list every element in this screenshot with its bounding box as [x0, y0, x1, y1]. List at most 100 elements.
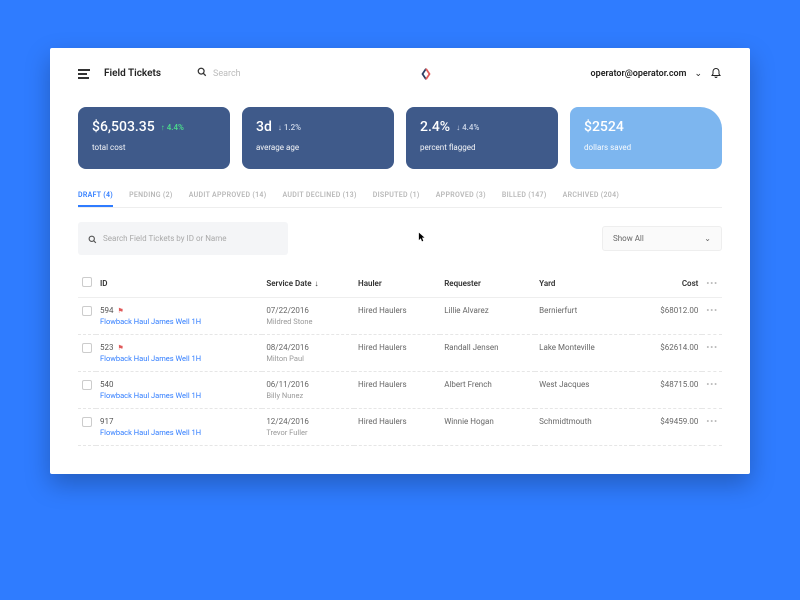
table-header-row: ID Service Date↓ Hauler Requester Yard C…	[78, 269, 722, 298]
status-tabs: DRAFT (4) PENDING (2) AUDIT APPROVED (14…	[78, 191, 722, 208]
table-toolbar: Show All ⌄	[78, 222, 722, 255]
table-row[interactable]: 540 Flowback Haul James Well 1H 06/11/2016…	[78, 372, 722, 409]
row-checkbox[interactable]	[82, 343, 92, 353]
table-row[interactable]: 594 ⚑ Flowback Haul James Well 1H 07/22/20…	[78, 298, 722, 335]
stat-value: $2524	[584, 119, 624, 135]
ticket-search-input[interactable]	[103, 234, 278, 243]
search-icon	[88, 229, 97, 248]
row-actions-icon[interactable]: •••	[706, 343, 718, 352]
service-date: 12/24/2016	[266, 417, 350, 426]
ticket-name-link[interactable]: Flowback Haul James Well 1H	[100, 317, 258, 326]
ticket-name-link[interactable]: Flowback Haul James Well 1H	[100, 391, 258, 400]
global-search-input[interactable]	[213, 69, 333, 79]
col-requester[interactable]: Requester	[440, 269, 535, 298]
cost: $62614.00	[632, 335, 702, 372]
stat-delta: ↓ 1.2%	[278, 123, 301, 132]
tickets-table: ID Service Date↓ Hauler Requester Yard C…	[78, 269, 722, 446]
cost: $49459.00	[632, 409, 702, 446]
col-cost[interactable]: Cost	[632, 269, 702, 298]
stat-value: 2.4%	[420, 119, 450, 135]
stat-label: percent flagged	[420, 143, 544, 152]
stat-delta: ↓ 4.4%	[456, 123, 479, 132]
row-checkbox[interactable]	[82, 306, 92, 316]
service-date: 08/24/2016	[266, 343, 350, 352]
col-yard[interactable]: Yard	[535, 269, 632, 298]
stat-label: average age	[256, 143, 380, 152]
col-service-date[interactable]: Service Date↓	[262, 269, 354, 298]
yard: Bernierfurt	[535, 298, 632, 335]
row-actions-icon[interactable]: •••	[706, 306, 718, 315]
sort-down-icon: ↓	[315, 279, 319, 288]
table-row[interactable]: 523 ⚑ Flowback Haul James Well 1H 08/24/20…	[78, 335, 722, 372]
service-date: 06/11/2016	[266, 380, 350, 389]
service-person: Mildred Stone	[266, 317, 350, 326]
tab-disputed[interactable]: DISPUTED (1)	[373, 191, 420, 207]
app-card: Field Tickets operator@operator.com ⌄ $6…	[50, 48, 750, 474]
stat-value: $6,503.35	[92, 119, 155, 135]
tab-billed[interactable]: BILLED (147)	[502, 191, 547, 207]
ticket-search[interactable]	[78, 222, 288, 255]
user-email: operator@operator.com	[591, 69, 687, 79]
yard: West Jacques	[535, 372, 632, 409]
tab-approved[interactable]: APPROVED (3)	[436, 191, 486, 207]
select-all-checkbox[interactable]	[82, 277, 92, 287]
cost: $48715.00	[632, 372, 702, 409]
ticket-id: 594 ⚑	[100, 306, 258, 315]
ticket-name-link[interactable]: Flowback Haul James Well 1H	[100, 428, 258, 437]
service-date: 07/22/2016	[266, 306, 350, 315]
hauler: Hired Haulers	[354, 298, 440, 335]
header-actions-icon[interactable]: •••	[706, 279, 718, 288]
service-person: Billy Nunez	[266, 391, 350, 400]
chevron-down-icon: ⌄	[704, 234, 711, 243]
cursor-icon	[418, 232, 426, 245]
ticket-id: 523 ⚑	[100, 343, 258, 352]
logo-icon	[419, 67, 433, 81]
chevron-down-icon: ⌄	[694, 69, 702, 79]
page-title: Field Tickets	[104, 68, 161, 79]
header: Field Tickets operator@operator.com ⌄	[78, 66, 722, 81]
stat-delta: ↑ 4.4%	[161, 123, 184, 132]
table-row[interactable]: 917 Flowback Haul James Well 1H 12/24/2016…	[78, 409, 722, 446]
stat-total-cost: $6,503.35 ↑ 4.4% total cost	[78, 107, 230, 169]
tab-audit-declined[interactable]: AUDIT DECLINED (13)	[282, 191, 356, 207]
stat-average-age: 3d ↓ 1.2% average age	[242, 107, 394, 169]
filter-dropdown[interactable]: Show All ⌄	[602, 226, 722, 251]
row-actions-icon[interactable]: •••	[706, 417, 718, 426]
hauler: Hired Haulers	[354, 335, 440, 372]
tab-audit-approved[interactable]: AUDIT APPROVED (14)	[189, 191, 267, 207]
hauler: Hired Haulers	[354, 409, 440, 446]
search-icon	[197, 67, 207, 80]
row-actions-icon[interactable]: •••	[706, 380, 718, 389]
yard: Lake Monteville	[535, 335, 632, 372]
stat-value: 3d	[256, 119, 272, 135]
stat-percent-flagged: 2.4% ↓ 4.4% percent flagged	[406, 107, 558, 169]
stat-dollars-saved: $2524 dollars saved	[570, 107, 722, 169]
requester: Winnie Hogan	[440, 409, 535, 446]
tab-draft[interactable]: DRAFT (4)	[78, 191, 113, 207]
hauler: Hired Haulers	[354, 372, 440, 409]
flag-icon: ⚑	[118, 344, 124, 352]
ticket-id: 540	[100, 380, 258, 389]
filter-label: Show All	[613, 234, 644, 243]
requester: Albert French	[440, 372, 535, 409]
bell-icon[interactable]	[710, 66, 722, 81]
col-id[interactable]: ID	[96, 269, 262, 298]
stat-label: total cost	[92, 143, 216, 152]
yard: Schmidtmouth	[535, 409, 632, 446]
flag-icon: ⚑	[118, 307, 124, 315]
ticket-id: 917	[100, 417, 258, 426]
service-person: Milton Paul	[266, 354, 350, 363]
requester: Randall Jensen	[440, 335, 535, 372]
row-checkbox[interactable]	[82, 380, 92, 390]
stat-label: dollars saved	[584, 143, 708, 152]
row-checkbox[interactable]	[82, 417, 92, 427]
stat-cards: $6,503.35 ↑ 4.4% total cost 3d ↓ 1.2% av…	[78, 107, 722, 169]
global-search[interactable]	[197, 67, 333, 80]
ticket-name-link[interactable]: Flowback Haul James Well 1H	[100, 354, 258, 363]
col-hauler[interactable]: Hauler	[354, 269, 440, 298]
tab-archived[interactable]: ARCHIVED (204)	[563, 191, 620, 207]
menu-icon[interactable]	[78, 69, 90, 79]
user-menu[interactable]: operator@operator.com ⌄	[591, 66, 722, 81]
cost: $68012.00	[632, 298, 702, 335]
tab-pending[interactable]: PENDING (2)	[129, 191, 173, 207]
